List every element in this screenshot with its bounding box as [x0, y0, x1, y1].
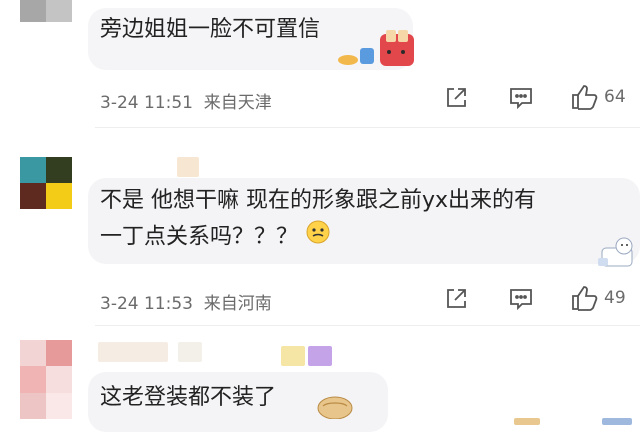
- badge-blurred: [308, 346, 332, 366]
- thumbs-up-icon: [572, 85, 598, 110]
- reply-button[interactable]: [508, 287, 534, 311]
- divider: [95, 127, 640, 128]
- like-button[interactable]: 49: [570, 285, 626, 311]
- comment-location: 来自天津: [203, 93, 272, 113]
- comment-text: 旁边姐姐一脸不可置信: [100, 17, 321, 42]
- like-button[interactable]: 64: [570, 84, 626, 110]
- thumbs-up-icon: [572, 286, 598, 311]
- avatar[interactable]: [20, 0, 72, 22]
- username-blurred: [177, 157, 199, 177]
- comment-location: 来自河南: [203, 294, 272, 314]
- bread-sticker: [315, 392, 355, 420]
- share-icon: [447, 88, 466, 107]
- avatar[interactable]: [20, 340, 72, 419]
- comment-icon: [510, 289, 532, 311]
- comment-icon: [510, 88, 532, 110]
- like-count: 64: [604, 87, 626, 107]
- confused-face-emoji: [305, 219, 331, 256]
- comment-date: 3-24 11:51: [100, 93, 193, 113]
- share-button[interactable]: [444, 287, 468, 311]
- cat-sticker: [598, 236, 640, 270]
- reply-button[interactable]: [508, 86, 534, 110]
- comment-text: 不是 他想干嘛 现在的形象跟之前yx出来的有: [100, 188, 537, 213]
- sticker-fragment: [512, 410, 542, 425]
- share-button[interactable]: [444, 86, 468, 110]
- share-icon: [447, 289, 466, 308]
- comment-meta: 3-24 11:51 来自天津: [100, 88, 272, 113]
- sticker-fragment: [600, 410, 634, 425]
- badge-blurred: [281, 346, 305, 366]
- comment-text: 一丁点关系吗？？？: [100, 219, 331, 256]
- username-blurred: [178, 342, 202, 362]
- comment-text: 这老登装都不装了: [100, 385, 277, 410]
- toaster-breakfast-sticker: [336, 30, 418, 70]
- comment-meta: 3-24 11:53 来自河南: [100, 289, 272, 314]
- comment-date: 3-24 11:53: [100, 294, 193, 314]
- avatar[interactable]: [20, 157, 72, 209]
- divider: [95, 325, 640, 326]
- comment-text-line: 一丁点关系吗？？？: [100, 224, 299, 250]
- like-count: 49: [604, 288, 626, 308]
- username-blurred: [98, 342, 168, 362]
